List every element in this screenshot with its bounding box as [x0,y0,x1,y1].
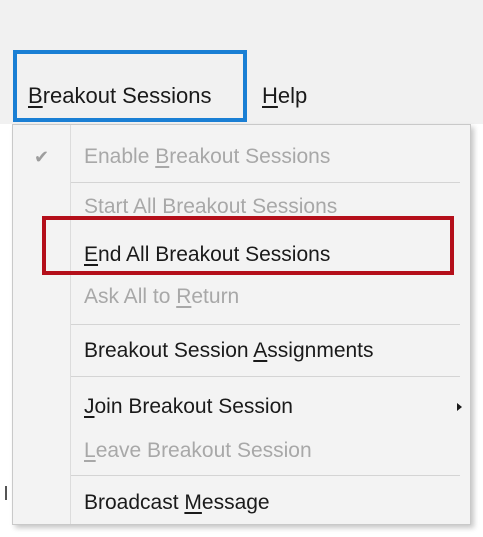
label-accel: L [84,439,96,462]
label-pre: Broadcast [84,491,185,514]
menu-item-broadcast-message[interactable]: Broadcast Message [13,485,470,521]
menu-item-breakout-session-assignments[interactable]: Breakout Session Assignments [13,333,470,369]
callout-highlight-end-all [42,216,454,275]
label-post: oin Breakout Session [94,395,293,418]
label-post: reakout Sessions [169,145,331,168]
label-post: ssignments [267,339,374,362]
checkmark-icon: ✔ [34,147,50,167]
menu-item-leave-breakout-session[interactable]: Leave Breakout Session [13,433,470,469]
menu-item-label: Enable Breakout Sessions [84,139,330,175]
label-accel: R [176,285,192,308]
edge-artifact [5,486,7,500]
label-pre: Start All Breakout Sessions [84,195,338,218]
menu-item-join-breakout-session[interactable]: Join Breakout Session [13,389,470,425]
menu-item-label: Join Breakout Session [84,389,293,425]
label-pre: Enable [84,145,156,168]
menubar-help-post: elp [277,83,308,108]
label-pre: Ask All to [84,285,177,308]
label-accel: J [84,395,95,418]
menu-item-label: Breakout Session Assignments [84,333,374,369]
menu-item-label: Broadcast Message [84,485,270,521]
label-post: eave Breakout Session [95,439,312,462]
label-post: eturn [191,285,240,308]
menubar-help[interactable]: Help [262,76,307,116]
menu-separator [71,475,460,476]
menu-separator [71,182,460,183]
menu-separator [71,324,460,325]
menubar-help-accel: H [262,83,278,108]
label-accel: B [155,145,170,168]
label-post: essage [201,491,270,514]
menu-separator [71,376,460,377]
menubar-selection-highlight [13,50,247,122]
menu-item-label: Ask All to Return [84,279,239,315]
menu-item-ask-all-to-return[interactable]: Ask All to Return [13,279,470,315]
submenu-arrow-icon [457,403,462,411]
breakout-sessions-dropdown: ✔ Enable Breakout Sessions Start All Bre… [12,124,471,525]
menu-bar: Breakout Sessions Help [0,0,483,124]
label-accel: A [253,339,268,362]
label-pre: Breakout Session [84,339,254,362]
label-accel: M [184,491,202,514]
menu-item-enable-breakout-sessions[interactable]: ✔ Enable Breakout Sessions [13,139,470,175]
menu-item-label: Leave Breakout Session [84,433,312,469]
